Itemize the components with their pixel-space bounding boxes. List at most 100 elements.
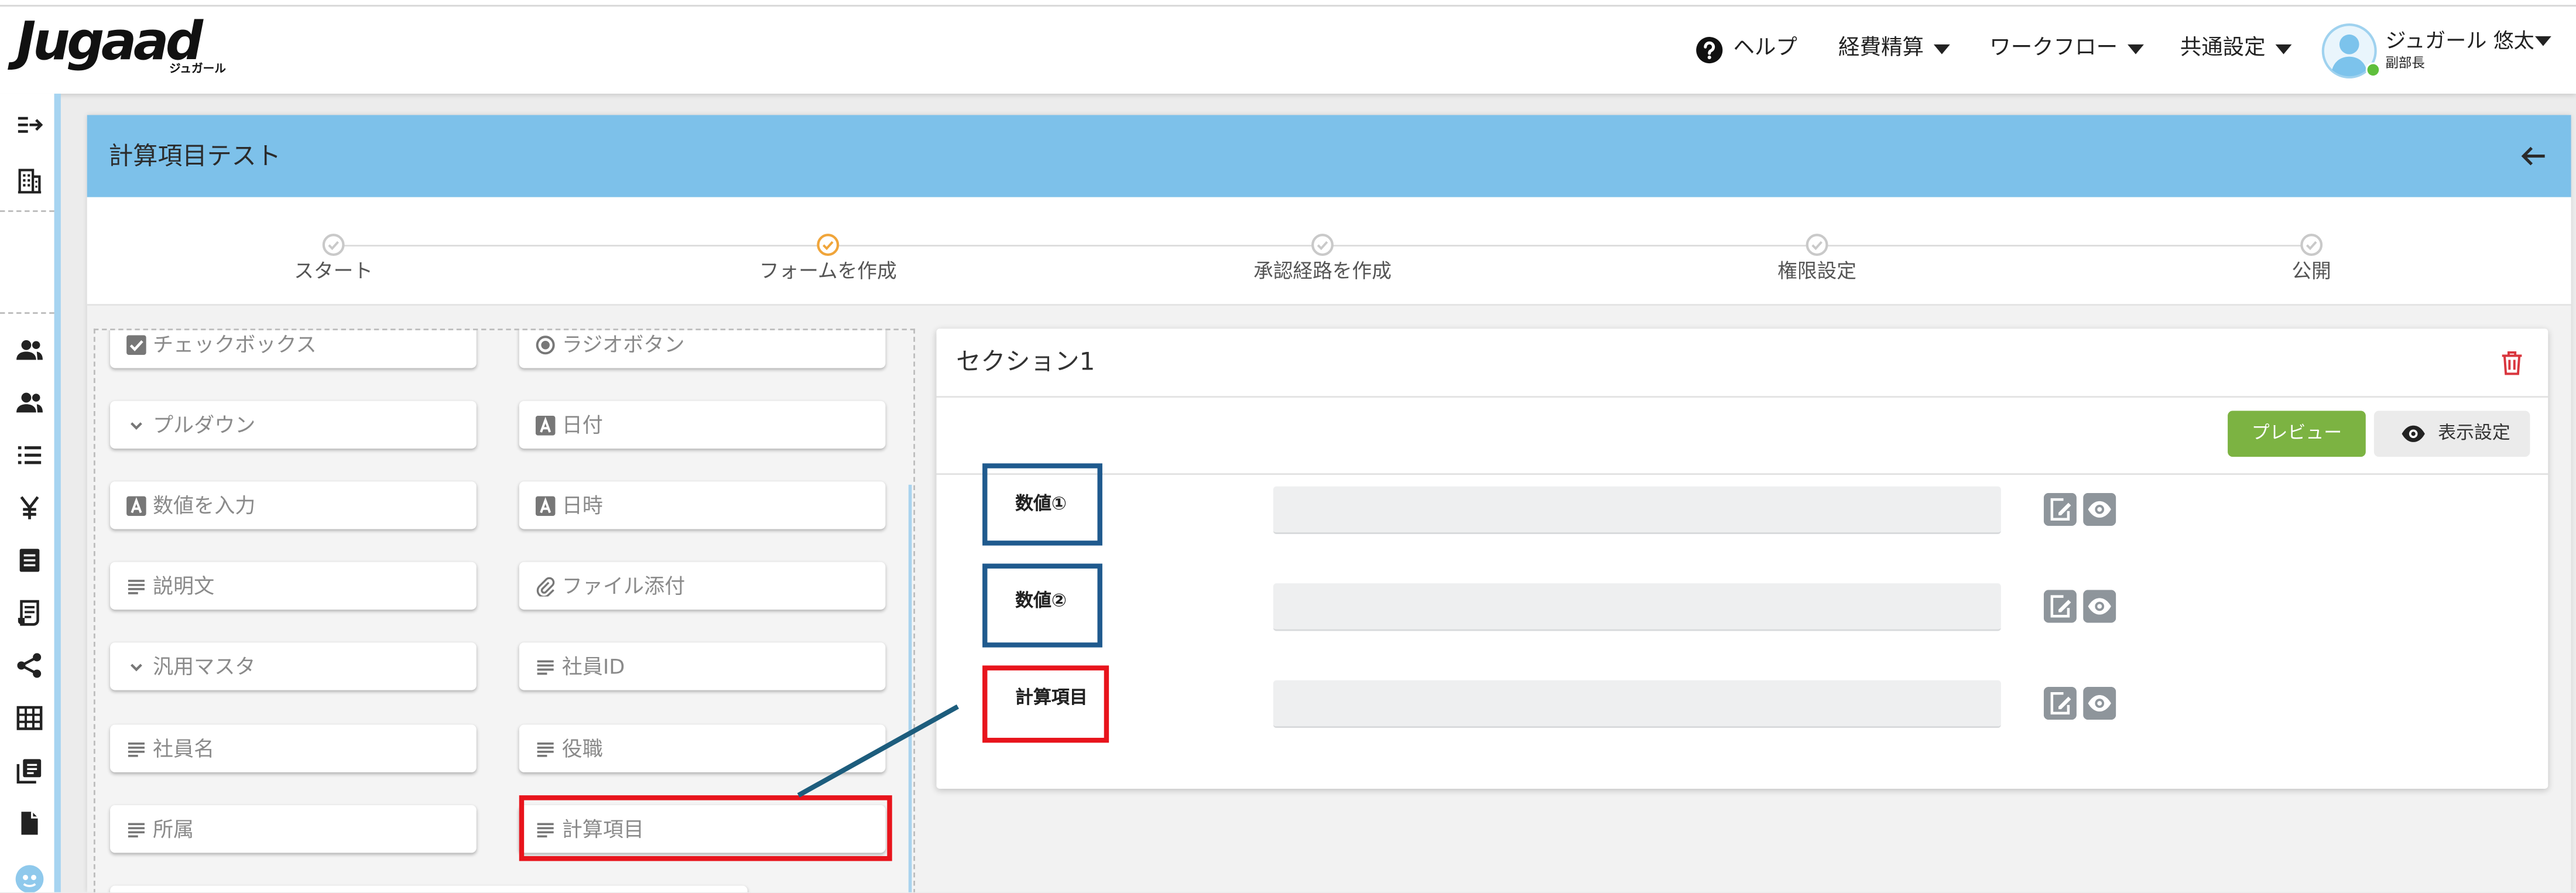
section-toolbar-divider [936, 473, 2548, 475]
palette-item-job-title[interactable]: 役職 [519, 724, 886, 772]
text-a-icon [535, 495, 556, 515]
step-label: フォームを作成 [759, 259, 897, 283]
user-group-icon[interactable] [16, 389, 43, 416]
lines-icon [126, 819, 146, 839]
palette-item-label: ラジオボタン [561, 331, 685, 357]
step-create-form[interactable]: フォームを作成 [697, 233, 960, 292]
menu-common-settings-label: 共通設定 [2180, 36, 2266, 61]
file-icon[interactable] [16, 810, 43, 836]
radio-icon [536, 334, 556, 354]
lines-icon [536, 656, 556, 676]
yen-icon[interactable] [16, 495, 43, 521]
user-menu-caret[interactable] [2534, 36, 2551, 46]
palette-item-general-master[interactable]: 汎用マスタ [110, 642, 477, 690]
palette-item-department[interactable]: 所属 [110, 805, 477, 853]
palette-item-description[interactable]: 説明文 [110, 562, 477, 610]
palette-item-number-input[interactable]: 数値を入力 [110, 481, 477, 529]
step-check-icon [2300, 233, 2323, 256]
step-publish[interactable]: 公開 [2180, 233, 2443, 292]
chevron-down-icon [126, 415, 146, 435]
eye-icon[interactable] [2083, 492, 2116, 526]
field-input-calculated[interactable] [1273, 680, 2001, 728]
section-header-divider [936, 396, 2548, 398]
field-label-calculated: 計算項目 [1015, 686, 1088, 709]
palette-item-employee-id[interactable]: 社員ID [519, 642, 886, 690]
palette-item-partial[interactable] [110, 885, 748, 892]
trash-icon[interactable] [2500, 350, 2523, 377]
logo-subtitle: ジュガール [169, 62, 226, 76]
lines-icon [536, 738, 556, 758]
list-icon[interactable] [16, 442, 43, 468]
edit-icon[interactable] [2043, 590, 2077, 623]
sidebar-divider [0, 312, 54, 314]
step-label: 権限設定 [1777, 259, 1856, 283]
receipt-icon[interactable] [16, 600, 43, 626]
step-label: 公開 [2291, 259, 2331, 283]
field-input-number2[interactable] [1273, 583, 2001, 631]
palette-item-label: ファイル添付 [561, 573, 686, 598]
chevron-down-icon [2534, 36, 2551, 46]
menu-expense-label: 経費精算 [1838, 36, 1924, 61]
back-arrow-icon[interactable] [2520, 143, 2547, 169]
text-a-icon [126, 495, 146, 515]
top-header: Jugaad ジュガール ヘルプ 経費精算 ワークフロー 共通設定 ジュガール … [0, 0, 2576, 94]
palette-item-employee-name[interactable]: 社員名 [110, 724, 477, 772]
step-create-approval-route[interactable]: 承認経路を作成 [1191, 233, 1454, 292]
preview-button[interactable]: プレビュー [2228, 410, 2366, 457]
copy-icon[interactable] [16, 758, 43, 784]
eye-icon[interactable] [2083, 686, 2116, 720]
menu-expense[interactable]: 経費精算 [1838, 35, 1950, 64]
palette-item-label: 数値を入力 [152, 492, 256, 518]
palette-item-label: プルダウン [152, 412, 256, 437]
support-icon[interactable] [15, 864, 44, 892]
step-permission-settings[interactable]: 権限設定 [1686, 233, 1948, 292]
palette-item-date[interactable]: 日付 [519, 401, 886, 449]
palette-item-file-attachment[interactable]: ファイル添付 [519, 562, 886, 610]
chevron-down-icon [2275, 44, 2292, 54]
display-settings-label: 表示設定 [2438, 422, 2510, 444]
sidebar-border [54, 93, 61, 892]
field-label-number2: 数値② [1015, 590, 1067, 611]
section-card: セクション1 プレビュー 表示設定 数値① 数値② 計算項目 [936, 329, 2548, 789]
help-link[interactable]: ヘルプ [1695, 35, 1797, 64]
palette-item-label: 所属 [152, 816, 194, 841]
palette-item-label: 社員名 [152, 736, 215, 761]
palette-item-label: 役職 [561, 736, 603, 761]
step-label: スタート [294, 259, 373, 283]
header-top-line [0, 5, 2576, 7]
chevron-down-icon [1933, 44, 1950, 54]
share-icon[interactable] [16, 652, 43, 679]
step-check-icon [322, 233, 345, 256]
palette-item-label: 汎用マスタ [152, 654, 256, 679]
step-start[interactable]: スタート [202, 233, 465, 292]
step-label: 承認経路を作成 [1253, 259, 1392, 283]
palette-item-datetime[interactable]: 日時 [519, 481, 886, 529]
edit-icon[interactable] [2043, 492, 2077, 526]
palette-item-label: 日時 [561, 492, 603, 518]
palette-scrollbar[interactable] [908, 484, 912, 892]
menu-common-settings[interactable]: 共通設定 [2180, 35, 2292, 64]
edit-icon[interactable] [2043, 686, 2077, 720]
building-icon[interactable] [16, 167, 43, 194]
document-icon[interactable] [16, 547, 43, 573]
collapse-menu-icon[interactable] [16, 112, 43, 138]
eye-icon[interactable] [2083, 590, 2116, 623]
users-icon[interactable] [16, 337, 43, 363]
palette-item-pulldown[interactable]: プルダウン [110, 401, 477, 449]
table-icon[interactable] [16, 705, 43, 731]
field-palette: チェックボックス ラジオボタン プルダウン 日付 数値を入力 日時 説明文 ファ… [93, 329, 916, 892]
chevron-down-icon [2127, 44, 2145, 54]
display-settings-button[interactable]: 表示設定 [2373, 410, 2530, 457]
user-name[interactable]: ジュガール 悠太 [2385, 28, 2534, 54]
palette-item-radio[interactable]: ラジオボタン [519, 330, 886, 368]
palette-item-calculated-field[interactable]: 計算項目 [519, 805, 886, 853]
field-input-number1[interactable] [1273, 486, 2001, 534]
palette-item-checkbox[interactable]: チェックボックス [110, 330, 477, 368]
help-label: ヘルプ [1733, 36, 1797, 61]
sidebar-divider [0, 210, 54, 212]
menu-workflow[interactable]: ワークフロー [1989, 35, 2145, 64]
paperclip-icon [536, 576, 556, 596]
palette-item-label: 説明文 [152, 573, 215, 598]
eye-icon [2400, 420, 2427, 447]
lines-icon [536, 819, 556, 839]
